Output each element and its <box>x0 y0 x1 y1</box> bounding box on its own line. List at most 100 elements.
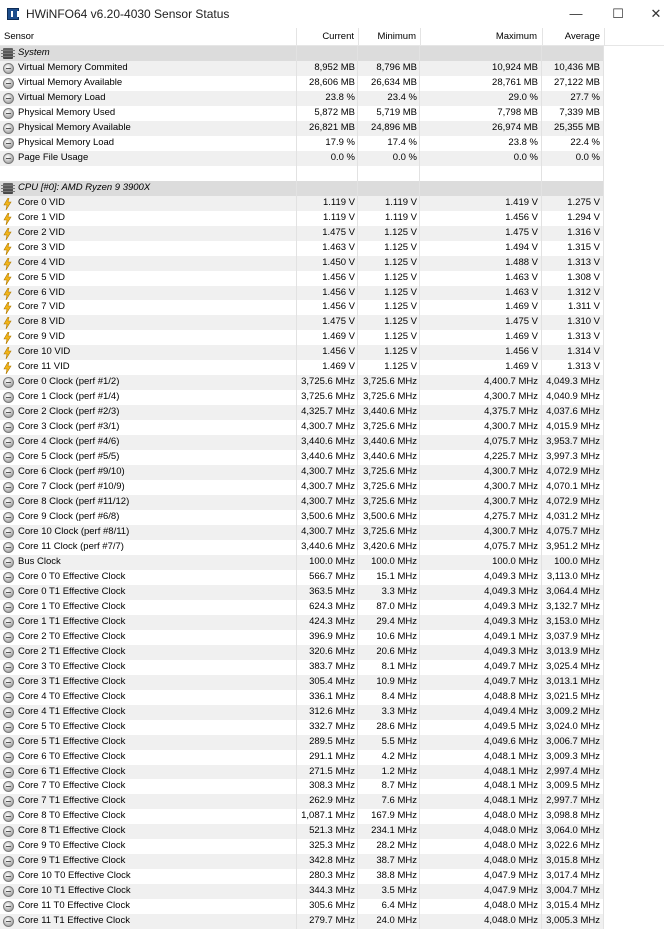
sensor-row[interactable]: Core 10 Clock (perf #8/11) 4,300.7 MHz 3,7… <box>0 525 604 540</box>
sensor-row[interactable]: Core 5 T0 Effective Clock 332.7 MHz 28.6 M… <box>0 719 604 735</box>
cell-divider <box>541 569 542 585</box>
current-value: 342.8 MHz <box>309 855 355 867</box>
column-header-sensor[interactable]: Sensor <box>4 28 294 45</box>
sensor-row[interactable]: Core 4 T0 Effective Clock 336.1 MHz 8.4 MH… <box>0 689 604 705</box>
sensor-row[interactable]: Core 6 VID 1.456 V 1.125 V 1.463 V 1.312 V <box>0 285 604 301</box>
minimum-value: 4.2 MHz <box>381 750 417 762</box>
sensor-row[interactable]: Core 8 T0 Effective Clock 1,087.1 MHz 167.… <box>0 809 604 825</box>
column-header-current[interactable]: Current <box>297 28 358 45</box>
sensor-row[interactable]: Core 10 T1 Effective Clock 344.3 MHz 3.5 M… <box>0 884 604 900</box>
sensor-row[interactable]: Core 8 Clock (perf #11/12) 4,300.7 MHz 3,7… <box>0 495 604 511</box>
cell-divider <box>419 869 420 885</box>
sensor-row[interactable]: Core 9 Clock (perf #6/8) 3,500.6 MHz 3,500… <box>0 510 604 525</box>
maximum-value: 4,048.0 MHz <box>484 825 538 837</box>
sensor-row[interactable]: Core 6 Clock (perf #9/10) 4,300.7 MHz 3,72… <box>0 465 604 481</box>
column-divider[interactable] <box>604 28 605 45</box>
sensor-row[interactable]: Core 11 Clock (perf #7/7) 3,440.6 MHz 3,42… <box>0 539 604 555</box>
sensor-row[interactable]: Core 11 VID 1.469 V 1.125 V 1.469 V 1.313 V <box>0 360 604 376</box>
sensor-row[interactable]: Core 7 Clock (perf #10/9) 4,300.7 MHz 3,72… <box>0 480 604 496</box>
sensor-row[interactable]: Core 7 VID 1.456 V 1.125 V 1.469 V 1.311 V <box>0 300 604 316</box>
sensor-row[interactable]: Core 2 T0 Effective Clock 396.9 MHz 10.6 M… <box>0 629 604 645</box>
sensor-row[interactable]: Core 6 T0 Effective Clock 291.1 MHz 4.2 MH… <box>0 749 604 765</box>
sensor-row[interactable]: Core 5 VID 1.456 V 1.125 V 1.463 V 1.308 V <box>0 270 604 286</box>
sensor-row[interactable]: Physical Memory Available 26,821 MB 24,896… <box>0 120 604 136</box>
cell-divider <box>541 884 542 900</box>
sensor-row[interactable]: Core 0 T0 Effective Clock 566.7 MHz 15.1 M… <box>0 569 604 585</box>
sensor-row[interactable]: Page File Usage 0.0 % 0.0 % 0.0 % 0.0 % <box>0 150 604 166</box>
cell-divider <box>296 644 297 660</box>
sensor-row[interactable]: Core 0 Clock (perf #1/2) 3,725.6 MHz 3,725… <box>0 375 604 391</box>
sensor-row[interactable]: Core 7 T1 Effective Clock 262.9 MHz 7.6 MH… <box>0 794 604 810</box>
sensor-row[interactable]: Core 1 VID 1.119 V 1.119 V 1.456 V 1.294 V <box>0 210 604 226</box>
sensor-row[interactable]: Core 6 T1 Effective Clock 271.5 MHz 1.2 MH… <box>0 764 604 780</box>
sensor-row[interactable]: Core 5 T1 Effective Clock 289.5 MHz 5.5 MH… <box>0 734 604 750</box>
sensor-row[interactable]: Physical Memory Load 17.9 % 17.4 % 23.8 % 22… <box>0 135 604 151</box>
minimize-button[interactable]: — <box>566 4 586 24</box>
sensor-row[interactable]: Virtual Memory Commited 8,952 MB 8,796 MB 1… <box>0 60 604 76</box>
sensor-row[interactable]: Core 2 Clock (perf #2/3) 4,325.7 MHz 3,440… <box>0 405 604 421</box>
minimum-value: 29.4 MHz <box>376 615 417 627</box>
cell-divider <box>357 240 358 256</box>
maximum-value <box>420 46 542 61</box>
current-value: 325.3 MHz <box>309 840 355 852</box>
cell-divider <box>419 345 420 361</box>
sensor-row[interactable]: Core 3 T0 Effective Clock 383.7 MHz 8.1 MH… <box>0 659 604 675</box>
sensor-row[interactable]: Core 5 Clock (perf #5/5) 3,440.6 MHz 3,440… <box>0 450 604 466</box>
close-button[interactable]: ✕ <box>646 4 664 24</box>
cell-divider <box>541 629 542 645</box>
sensor-row[interactable]: Core 10 VID 1.456 V 1.125 V 1.456 V 1.314 V <box>0 345 604 361</box>
sensor-row[interactable]: Core 3 T1 Effective Clock 305.4 MHz 10.9 M… <box>0 674 604 690</box>
sensor-group-header[interactable]: CPU [#0]: AMD Ryzen 9 3900X <box>0 180 604 196</box>
sensor-row[interactable]: Virtual Memory Available 28,606 MB 26,634 … <box>0 75 604 91</box>
column-header-maximum[interactable]: Maximum <box>420 28 542 45</box>
sensor-row[interactable]: Core 10 T0 Effective Clock 280.3 MHz 38.8 … <box>0 869 604 885</box>
current-value: 312.6 MHz <box>309 705 355 717</box>
sensor-row[interactable]: Core 8 VID 1.475 V 1.125 V 1.475 V 1.310 V <box>0 315 604 331</box>
sensor-row[interactable]: Core 1 Clock (perf #1/4) 3,725.6 MHz 3,725… <box>0 390 604 406</box>
cell-divider <box>419 689 420 705</box>
sensor-row[interactable]: Core 0 VID 1.119 V 1.119 V 1.419 V 1.275 V <box>0 195 604 211</box>
maximize-button[interactable]: ☐ <box>608 4 628 24</box>
sensor-row[interactable]: Core 0 T1 Effective Clock 363.5 MHz 3.3 MH… <box>0 584 604 600</box>
sensor-row[interactable]: Physical Memory Used 5,872 MB 5,719 MB 7,79… <box>0 105 604 121</box>
cell-divider <box>357 495 358 511</box>
sensor-name: Bus Clock <box>18 555 61 567</box>
sensor-row[interactable]: Core 2 VID 1.475 V 1.125 V 1.475 V 1.316 V <box>0 225 604 241</box>
minimum-value: 24,896 MB <box>371 121 417 133</box>
sensor-row[interactable]: Core 9 VID 1.469 V 1.125 V 1.469 V 1.313 V <box>0 330 604 346</box>
cell-divider <box>296 704 297 720</box>
sensor-row[interactable]: Core 9 T0 Effective Clock 325.3 MHz 28.2 M… <box>0 839 604 855</box>
maximum-value: 4,075.7 MHz <box>484 540 538 552</box>
cell-divider <box>541 255 542 271</box>
sensor-row[interactable]: Core 2 T1 Effective Clock 320.6 MHz 20.6 M… <box>0 644 604 660</box>
sensor-row[interactable]: Core 9 T1 Effective Clock 342.8 MHz 38.7 M… <box>0 854 604 870</box>
minimum-value: 8.7 MHz <box>381 780 417 792</box>
sensor-row[interactable]: Core 1 T0 Effective Clock 624.3 MHz 87.0 M… <box>0 599 604 615</box>
sensor-row[interactable]: Core 7 T0 Effective Clock 308.3 MHz 8.7 MH… <box>0 779 604 795</box>
sensor-row[interactable]: Core 4 Clock (perf #4/6) 3,440.6 MHz 3,440… <box>0 435 604 451</box>
cell-divider <box>296 884 297 900</box>
column-header-average[interactable]: Average <box>542 28 604 45</box>
minimum-value: 1.125 V <box>384 316 417 328</box>
sensor-row[interactable]: Core 3 Clock (perf #3/1) 4,300.7 MHz 3,725… <box>0 420 604 436</box>
sensor-group-header[interactable]: System <box>0 46 604 61</box>
sensor-row[interactable]: Core 8 T1 Effective Clock 521.3 MHz 234.1 … <box>0 824 604 840</box>
sensor-row[interactable]: Core 1 T1 Effective Clock 424.3 MHz 29.4 M… <box>0 614 604 630</box>
cell-divider <box>419 120 420 136</box>
sensor-row[interactable]: Core 4 VID 1.450 V 1.125 V 1.488 V 1.313 V <box>0 255 604 271</box>
maximum-value: 4,047.9 MHz <box>484 885 538 897</box>
current-value: 1.469 V <box>322 361 355 373</box>
sensor-row[interactable]: Core 4 T1 Effective Clock 312.6 MHz 3.3 MH… <box>0 704 604 720</box>
cell-divider <box>357 345 358 361</box>
cell-divider <box>357 689 358 705</box>
column-header-minimum[interactable]: Minimum <box>358 28 420 45</box>
cell-divider <box>357 794 358 810</box>
cell-divider <box>296 569 297 585</box>
sensor-row[interactable]: Core 11 T0 Effective Clock 305.6 MHz 6.4 M… <box>0 899 604 915</box>
sensor-row[interactable]: Core 11 T1 Effective Clock 279.7 MHz 24.0 … <box>0 914 604 930</box>
sensor-row[interactable]: Core 3 VID 1.463 V 1.125 V 1.494 V 1.315 V <box>0 240 604 256</box>
title-bar[interactable]: HWiNFO64 v6.20-4030 Sensor Status — ☐ ✕ <box>0 0 664 28</box>
sensor-row[interactable]: Bus Clock 100.0 MHz 100.0 MHz 100.0 MHz 100.… <box>0 554 604 570</box>
sensor-row[interactable]: Virtual Memory Load 23.8 % 23.4 % 29.0 % 27.… <box>0 90 604 106</box>
current-value: 3,500.6 MHz <box>301 511 355 523</box>
